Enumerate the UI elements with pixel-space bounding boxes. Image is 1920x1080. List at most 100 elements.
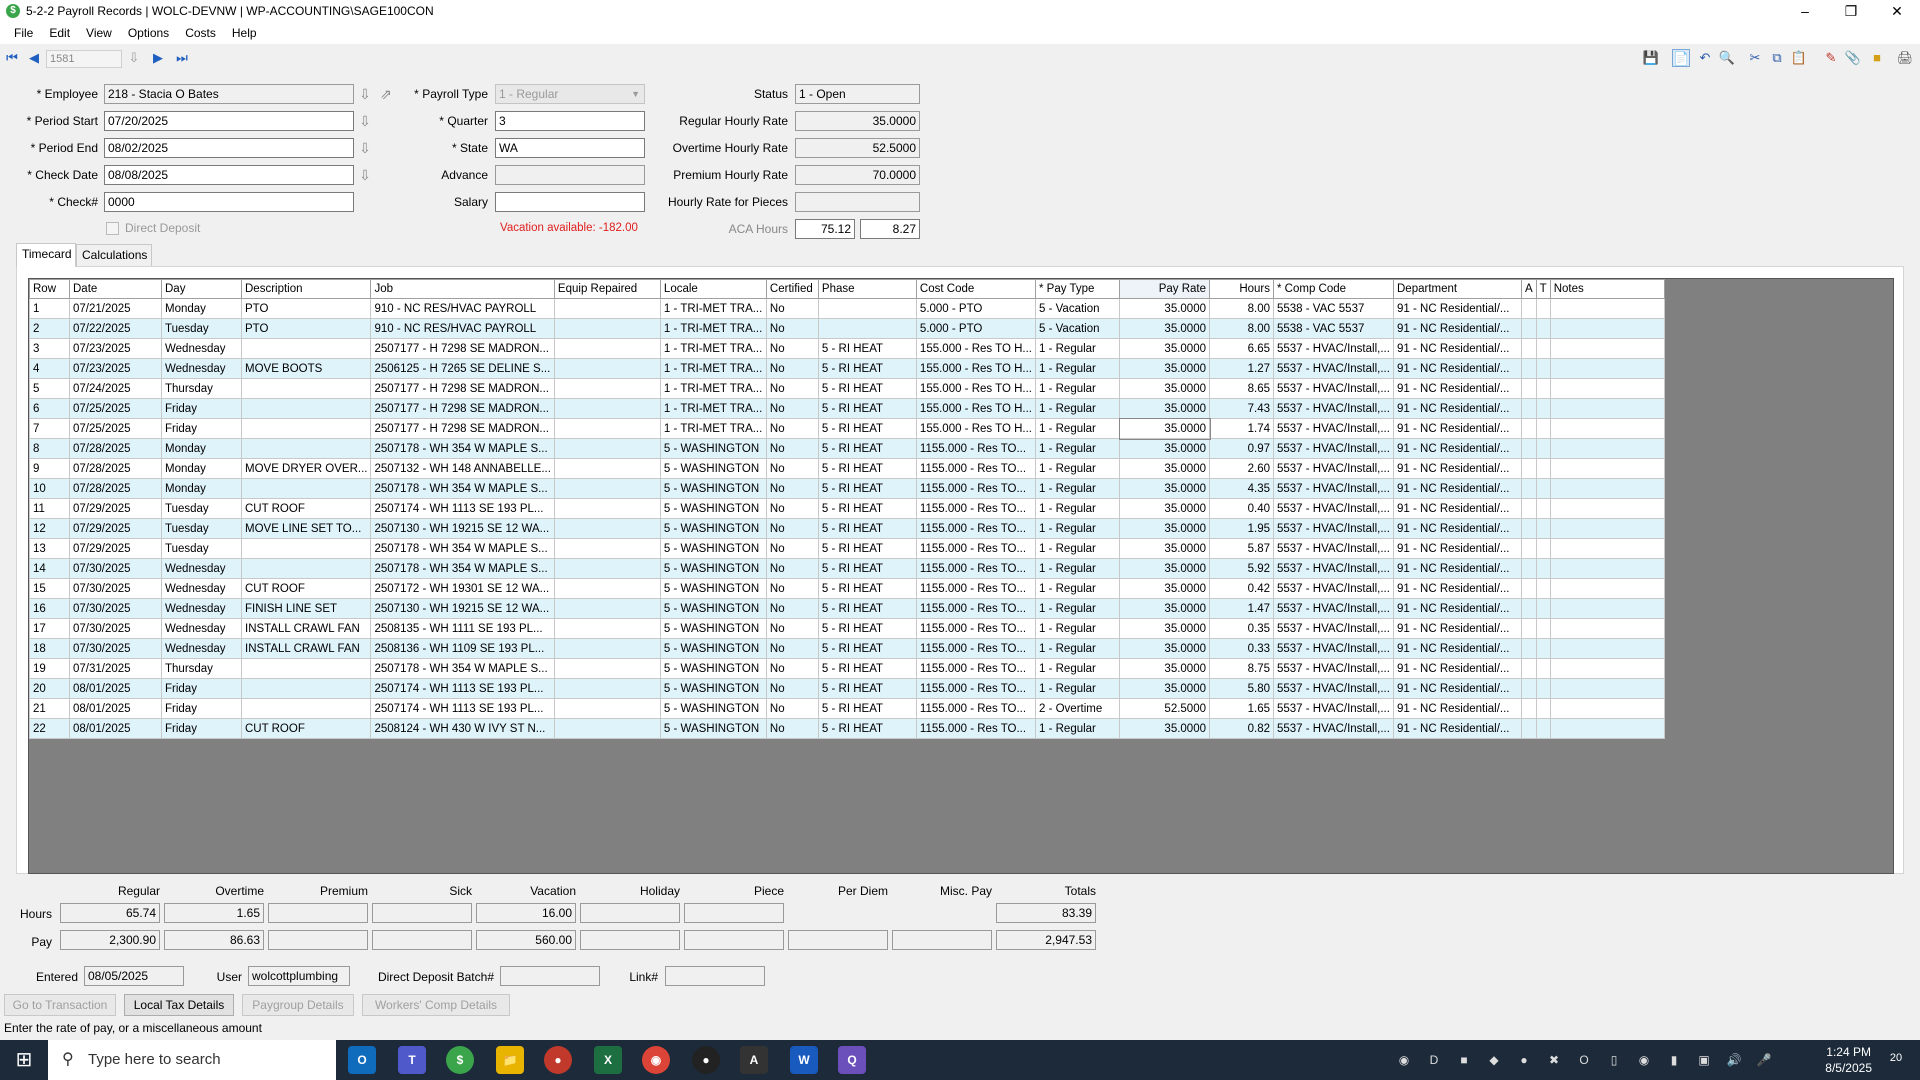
table-cell[interactable]: 07/29/2025 — [69, 498, 162, 519]
table-cell[interactable]: 2506125 - H 7265 SE DELINE S... — [370, 358, 555, 379]
table-cell[interactable]: No — [765, 718, 819, 739]
table-cell[interactable]: Thursday — [161, 658, 242, 679]
table-cell[interactable]: 14 — [29, 558, 70, 579]
table-cell[interactable]: 0.97 — [1209, 438, 1274, 459]
table-cell[interactable]: 5 - WASHINGTON — [659, 518, 767, 539]
table-cell[interactable]: CUT ROOF — [240, 498, 372, 519]
table-cell[interactable] — [1521, 478, 1537, 499]
table-cell[interactable]: 0.42 — [1209, 578, 1274, 599]
table-cell[interactable] — [1535, 638, 1551, 659]
file-explorer-icon[interactable]: 📁 — [496, 1046, 524, 1074]
table-cell[interactable] — [1535, 538, 1551, 559]
table-row[interactable]: 15 07/30/2025 Wednesday CUT ROOF 2507172 - W… — [29, 578, 1665, 599]
table-cell[interactable]: 5537 - HVAC/Install,... — [1273, 478, 1394, 499]
table-cell[interactable]: 91 - NC Residential/... — [1393, 338, 1522, 359]
table-cell[interactable]: 07/29/2025 — [69, 538, 162, 559]
table-cell[interactable]: 1 - Regular — [1035, 678, 1120, 699]
table-cell[interactable]: 5 - RI HEAT — [817, 418, 917, 439]
table-cell[interactable]: 1155.000 - Res TO... — [915, 618, 1037, 639]
table-cell[interactable]: Monday — [161, 298, 242, 319]
table-row[interactable]: 2 07/22/2025 Tuesday PTO 910 - NC RES/HVAC P… — [29, 318, 1665, 339]
table-cell[interactable]: 8.00 — [1209, 298, 1274, 319]
table-cell[interactable] — [553, 498, 661, 519]
column-header[interactable]: Phase — [817, 279, 917, 299]
table-cell[interactable]: 91 - NC Residential/... — [1393, 578, 1522, 599]
table-cell[interactable] — [1535, 578, 1551, 599]
table-cell[interactable]: 07/30/2025 — [69, 578, 162, 599]
table-cell[interactable] — [240, 678, 372, 699]
column-header[interactable]: Equip Repaired — [553, 279, 661, 299]
table-cell[interactable]: FINISH LINE SET — [240, 598, 372, 619]
table-cell[interactable] — [1549, 598, 1665, 619]
table-cell[interactable] — [1549, 558, 1665, 579]
table-cell[interactable]: 07/30/2025 — [69, 638, 162, 659]
table-cell[interactable]: No — [765, 558, 819, 579]
table-cell[interactable]: 0.33 — [1209, 638, 1274, 659]
table-cell[interactable]: No — [765, 518, 819, 539]
menu-help[interactable]: Help — [224, 26, 265, 40]
table-cell[interactable]: 1 - Regular — [1035, 338, 1120, 359]
table-cell[interactable]: 16 — [29, 598, 70, 619]
tray-icon-d[interactable]: D — [1426, 1052, 1442, 1068]
table-cell[interactable] — [1549, 698, 1665, 719]
table-cell[interactable]: 155.000 - Res TO H... — [915, 338, 1037, 359]
pay-total-field[interactable]: 2,947.53 — [996, 930, 1096, 950]
pieces-rate-field[interactable] — [795, 192, 920, 212]
column-header[interactable]: Description — [240, 279, 372, 299]
table-cell[interactable]: 08/01/2025 — [69, 698, 162, 719]
tray-icon-4[interactable]: ▯ — [1606, 1052, 1622, 1068]
table-cell[interactable]: 5537 - HVAC/Install,... — [1273, 598, 1394, 619]
pay-total-field[interactable]: 86.63 — [164, 930, 264, 950]
table-cell[interactable]: 35.0000 — [1119, 478, 1210, 499]
table-cell[interactable]: 5537 - HVAC/Install,... — [1273, 538, 1394, 559]
table-cell[interactable]: 5 - RI HEAT — [817, 338, 917, 359]
cut-icon[interactable]: ✂ — [1746, 49, 1764, 67]
table-cell[interactable] — [1549, 518, 1665, 539]
table-cell[interactable] — [553, 538, 661, 559]
table-row[interactable]: 9 07/28/2025 Monday MOVE DRYER OVER... 25071… — [29, 458, 1665, 479]
table-cell[interactable] — [1521, 658, 1537, 679]
table-cell[interactable]: 1155.000 - Res TO... — [915, 458, 1037, 479]
aca-hours-field-1[interactable]: 75.12 — [795, 219, 855, 239]
table-cell[interactable]: 1 - TRI-MET TRA... — [659, 418, 767, 439]
table-cell[interactable]: 8.75 — [1209, 658, 1274, 679]
table-cell[interactable] — [817, 318, 917, 339]
table-cell[interactable] — [1521, 458, 1537, 479]
table-cell[interactable]: No — [765, 298, 819, 319]
regular-rate-field[interactable]: 35.0000 — [795, 111, 920, 131]
table-cell[interactable]: 5 - WASHINGTON — [659, 678, 767, 699]
table-cell[interactable]: 2507177 - H 7298 SE MADRON... — [370, 338, 555, 359]
table-cell[interactable]: 1 - TRI-MET TRA... — [659, 358, 767, 379]
table-cell[interactable]: 35.0000 — [1119, 338, 1210, 359]
table-cell[interactable] — [240, 398, 372, 419]
menu-costs[interactable]: Costs — [177, 26, 224, 40]
table-cell[interactable]: INSTALL CRAWL FAN — [240, 638, 372, 659]
table-cell[interactable] — [553, 338, 661, 359]
table-cell[interactable]: 2507177 - H 7298 SE MADRON... — [370, 398, 555, 419]
table-row[interactable]: 16 07/30/2025 Wednesday FINISH LINE SET 2507… — [29, 598, 1665, 619]
table-cell[interactable]: 35.0000 — [1119, 618, 1210, 639]
table-cell[interactable] — [1521, 598, 1537, 619]
table-cell[interactable] — [553, 658, 661, 679]
table-cell[interactable] — [1535, 458, 1551, 479]
table-cell[interactable]: 22 — [29, 718, 70, 739]
tray-icon-5[interactable]: ◉ — [1636, 1052, 1652, 1068]
table-cell[interactable]: 5.80 — [1209, 678, 1274, 699]
table-cell[interactable] — [553, 578, 661, 599]
menu-file[interactable]: File — [6, 26, 41, 40]
table-cell[interactable]: Wednesday — [161, 338, 242, 359]
table-cell[interactable]: Wednesday — [161, 578, 242, 599]
tray-dropbox-icon[interactable]: ◆ — [1486, 1052, 1502, 1068]
column-header[interactable]: Cost Code — [915, 279, 1037, 299]
table-cell[interactable]: Friday — [161, 698, 242, 719]
column-header[interactable]: Job — [370, 279, 555, 299]
table-cell[interactable]: 19 — [29, 658, 70, 679]
table-cell[interactable]: 5 - RI HEAT — [817, 358, 917, 379]
table-cell[interactable]: 13 — [29, 538, 70, 559]
workers-comp-details-button[interactable]: Workers' Comp Details — [362, 994, 510, 1016]
table-cell[interactable] — [1521, 398, 1537, 419]
table-cell[interactable]: 12 — [29, 518, 70, 539]
table-cell[interactable] — [1549, 338, 1665, 359]
column-header[interactable]: * Pay Type — [1035, 279, 1120, 299]
table-cell[interactable] — [240, 418, 372, 439]
